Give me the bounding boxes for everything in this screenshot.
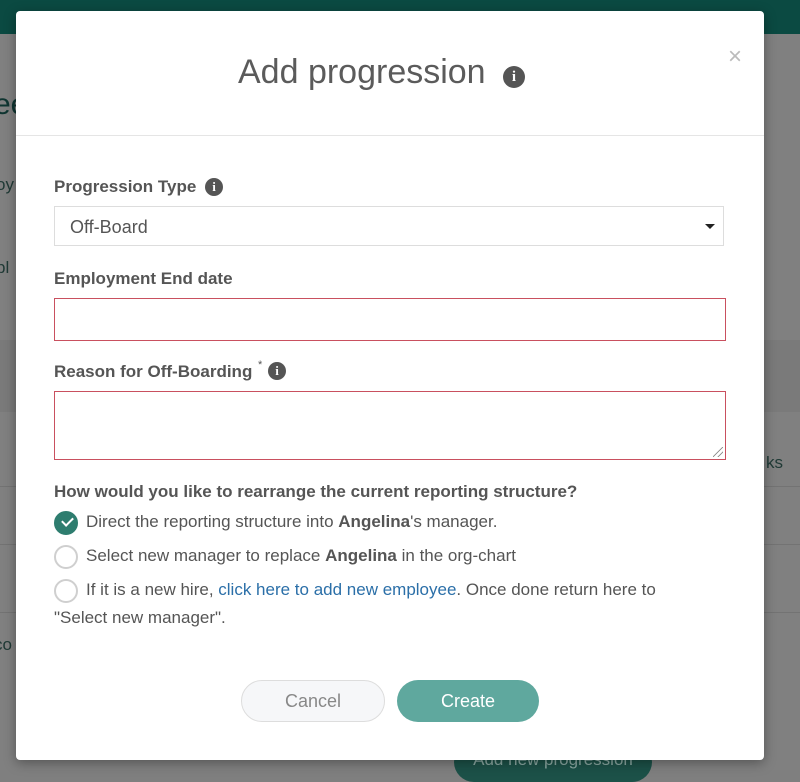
resize-grip-icon[interactable] (713, 447, 723, 457)
required-marker: * (258, 359, 263, 371)
radio-select-new-manager[interactable] (54, 545, 78, 569)
info-icon[interactable]: i (268, 362, 286, 380)
modal-title: Add progression (238, 53, 486, 91)
option-text: Select new manager to replace (86, 546, 326, 565)
info-icon[interactable]: i (205, 178, 223, 196)
caret-down-icon (705, 224, 715, 229)
reason-label: Reason for Off-Boarding (54, 362, 253, 381)
info-icon[interactable]: i (503, 66, 525, 88)
add-new-employee-link[interactable]: click here to add new employee (218, 580, 456, 599)
progression-type-label: Progression Type (54, 177, 197, 196)
end-date-input[interactable] (54, 298, 726, 341)
reason-textarea[interactable] (54, 391, 726, 460)
end-date-label: Employment End date (54, 269, 233, 288)
radio-new-hire[interactable] (54, 579, 78, 603)
background-text-fragment: oy (0, 175, 14, 194)
background-text-fragment: pl (0, 258, 10, 277)
option-text: Direct the reporting structure into (86, 512, 339, 531)
employee-name: Angelina (338, 512, 411, 531)
reporting-question: How would you like to rearrange the curr… (54, 482, 578, 501)
radio-direct-to-manager[interactable] (54, 511, 78, 535)
option-text: in the org-chart (396, 546, 516, 565)
option-new-hire-label: If it is a new hire, click here to add n… (86, 580, 656, 600)
cancel-button[interactable]: Cancel (241, 680, 385, 722)
modal-header: Add progression i × (16, 11, 764, 136)
add-progression-modal: Add progression i × Progression Type i O… (16, 11, 764, 760)
create-button[interactable]: Create (397, 680, 539, 722)
progression-type-select[interactable]: Off-Board (54, 206, 724, 246)
option-text: 's manager. (410, 512, 498, 531)
close-button[interactable]: × (728, 45, 742, 69)
check-icon (61, 514, 74, 527)
option-text: . Once done return here to (456, 580, 656, 599)
option-text: If it is a new hire, (86, 580, 219, 599)
background-text-fragment: ks (766, 453, 783, 472)
option-direct-to-manager-label: Direct the reporting structure into Ange… (86, 512, 497, 532)
progression-type-value: Off-Board (70, 217, 148, 237)
option-select-new-manager-label: Select new manager to replace Angelina i… (86, 546, 516, 566)
employee-name: Angelina (325, 546, 397, 565)
background-text-fragment: co (0, 635, 12, 654)
option-new-hire-label-line2: "Select new manager". (54, 608, 226, 627)
